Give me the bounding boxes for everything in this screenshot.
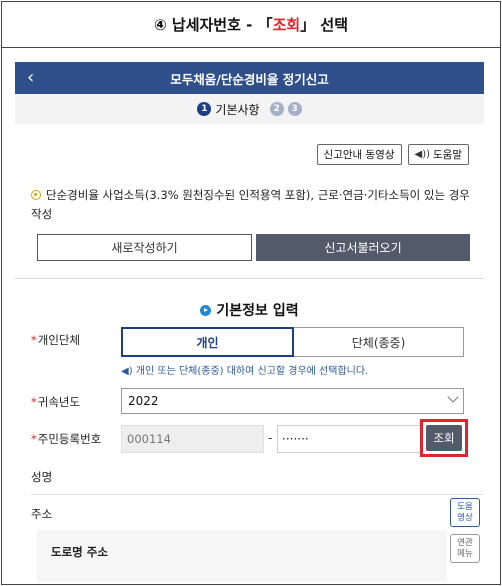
divider (15, 278, 484, 279)
road-address-panel: 도로명 주소 (37, 530, 447, 582)
play-circle-icon (200, 305, 212, 316)
caption-suffix: 」 선택 (300, 16, 349, 34)
type-group-option[interactable]: 단체(종중) (294, 327, 464, 357)
app-screen: ‹ 모두채움/단순경비율 정기신고 1 기본사항 2 3 신고안내 동영상 ◀)… (15, 62, 484, 582)
guide-video-button[interactable]: 신고안내 동영상 (316, 144, 402, 165)
step-caption: ④ 납세자번호 - 「조회」 선택 (2, 2, 500, 48)
help-video-side-button[interactable]: 도움 영상 (450, 498, 480, 527)
divider (31, 494, 484, 495)
year-label: *귀속년도 (31, 395, 81, 409)
back-icon[interactable]: ‹ (27, 67, 34, 88)
notice-body: 단순경비율 사업소득(3.3% 원천징수된 인적용역 포함), 근로·연금·기타… (31, 188, 470, 221)
help-label: 도움말 (433, 149, 462, 161)
action-buttons: 새로작성하기 신고서불러오기 (37, 234, 470, 261)
year-select[interactable]: 2022 (121, 388, 464, 414)
new-return-button[interactable]: 새로작성하기 (37, 234, 252, 261)
chevron-down-icon (447, 391, 459, 403)
rrn-label: *주민등록번호 (31, 432, 102, 446)
lookup-button[interactable]: 조회 (426, 425, 462, 451)
rrn-front-field[interactable]: 000114 (121, 425, 264, 453)
rrn-back-field[interactable]: ······· (277, 425, 423, 453)
type-individual-option[interactable]: 개인 (121, 327, 294, 357)
help-button[interactable]: ◀)) 도움말 (407, 144, 469, 165)
section-title-text: 기본정보 입력 (216, 303, 299, 319)
load-return-button[interactable]: 신고서불러오기 (256, 234, 470, 261)
section-title: 기본정보 입력 (15, 300, 484, 320)
step-3-dot: 3 (287, 102, 302, 116)
page-title: 모두채움/단순경비율 정기신고 (170, 71, 329, 87)
related-menu-side-button[interactable]: 연관 메뉴 (450, 534, 480, 563)
speaker-icon: ◀)) (414, 149, 431, 160)
type-label: *개인단체 (31, 333, 81, 347)
top-bar: ‹ 모두채움/단순경비율 정기신고 (15, 62, 484, 94)
step-1-dot: 1 (197, 102, 212, 116)
rrn-dash: - (268, 431, 273, 445)
year-value: 2022 (128, 394, 159, 408)
address-label: 주소 (31, 507, 53, 521)
guide-buttons: 신고안내 동영상 ◀)) 도움말 (316, 144, 469, 165)
type-hint: ◀) 개인 또는 단체(종중) 대하여 신고할 경우에 선택합니다. (121, 366, 369, 377)
step-2-dot: 2 (269, 102, 284, 116)
caption-prefix: ④ 납세자번호 - 「 (153, 16, 273, 34)
info-bullet-icon (31, 190, 41, 200)
step-indicator: 1 기본사항 2 3 (15, 94, 484, 124)
lookup-highlight: 조회 (420, 419, 468, 457)
name-label: 성명 (31, 470, 53, 484)
caption-highlight: 조회 (272, 16, 301, 34)
step-1-label: 기본사항 (215, 102, 260, 117)
road-address-label: 도로명 주소 (51, 545, 108, 559)
notice-text: 단순경비율 사업소득(3.3% 원천징수된 인적용역 포함), 근로·연금·기타… (31, 186, 471, 224)
